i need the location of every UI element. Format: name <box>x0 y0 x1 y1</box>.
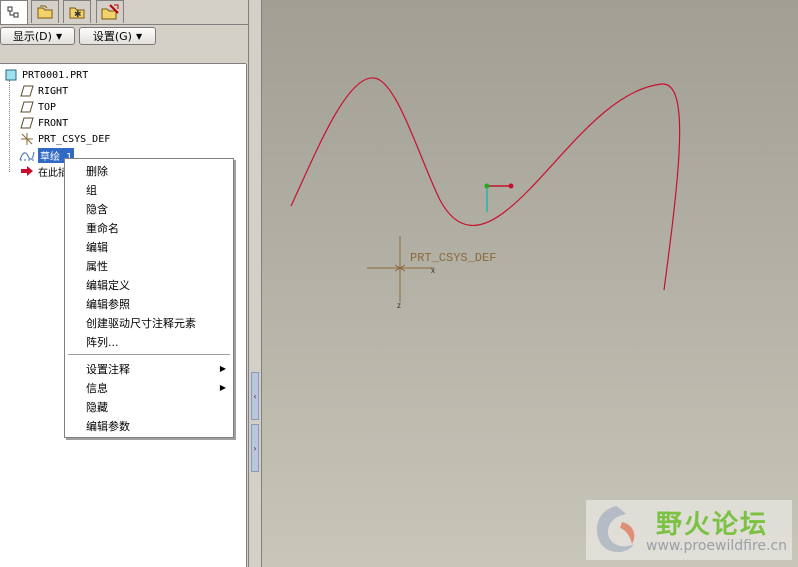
menu-item-label: 隐藏 <box>86 400 108 414</box>
tree-root-item[interactable]: PRT0001.PRT <box>3 67 88 83</box>
submenu-arrow-icon: ▶ <box>219 383 226 392</box>
tree-item-top[interactable]: TOP <box>19 99 56 115</box>
folder-browser-icon <box>37 5 53 19</box>
menu-item-set-annotations[interactable]: 设置注释 ▶ <box>65 359 233 378</box>
datum-plane-icon <box>19 100 35 114</box>
tab-folder-browser[interactable] <box>31 0 59 23</box>
tree-item-label: FRONT <box>38 117 69 129</box>
model-tree-icon <box>7 6 19 17</box>
menu-item-edit-references[interactable]: 编辑参照 <box>65 294 233 313</box>
tree-item-label: PRT_CSYS_DEF <box>38 133 111 145</box>
datum-plane-icon <box>19 84 35 98</box>
menu-item-label: 编辑 <box>86 240 108 254</box>
menu-item-label: 组 <box>86 183 97 197</box>
toolbar-divider <box>0 47 246 64</box>
menu-item-label: 阵列... <box>86 335 119 349</box>
flame-logo-icon <box>596 506 635 553</box>
show-dropdown-button[interactable]: 显示(D) ▼ <box>0 27 75 45</box>
sketch-point <box>508 183 514 189</box>
menu-item-label: 编辑参数 <box>86 419 130 433</box>
connections-icon <box>101 4 119 20</box>
menu-item-label: 删除 <box>86 164 108 178</box>
menu-item-rename[interactable]: 重命名 <box>65 218 233 237</box>
submenu-arrow-icon: ▶ <box>219 364 226 373</box>
collapse-handle[interactable]: ‹ <box>251 372 259 420</box>
tree-item-front[interactable]: FRONT <box>19 115 68 131</box>
settings-dropdown-button[interactable]: 设置(G) ▼ <box>79 27 156 45</box>
menu-separator <box>68 354 230 356</box>
menu-item-edit[interactable]: 编辑 <box>65 237 233 256</box>
chevron-down-icon: ▼ <box>55 31 63 41</box>
menu-item-create-driving-dim[interactable]: 创建驱动尺寸注释元素 <box>65 313 233 332</box>
menu-item-delete[interactable]: 删除 <box>65 161 233 180</box>
watermark-title: 野火论坛 <box>656 510 769 540</box>
menu-item-hide[interactable]: 隐藏 <box>65 397 233 416</box>
tab-model-tree[interactable] <box>0 0 28 24</box>
sketch-point <box>484 183 490 189</box>
sketch-icon <box>19 148 35 162</box>
csys-axis-x-label: x <box>431 266 435 275</box>
graphics-window[interactable]: PRT_CSYS_DEF x z <box>262 0 798 567</box>
navigator-splitter[interactable]: ‹ › <box>248 0 262 567</box>
tree-connector <box>9 80 10 172</box>
menu-item-label: 隐含 <box>86 202 108 216</box>
expand-handle[interactable]: › <box>251 424 259 472</box>
tab-connections[interactable] <box>96 0 124 23</box>
chevron-down-icon: ▼ <box>135 31 143 41</box>
menu-item-edit-definition[interactable]: 编辑定义 <box>65 275 233 294</box>
menu-item-pattern[interactable]: 阵列... <box>65 332 233 351</box>
model-tree-toolbar: 显示(D) ▼ 设置(G) ▼ <box>0 25 248 47</box>
graphics-canvas[interactable]: PRT_CSYS_DEF x z <box>262 0 798 567</box>
forum-watermark: 野火论坛 www.proewildfire.cn <box>586 500 792 560</box>
tree-item-right[interactable]: RIGHT <box>19 83 68 99</box>
menu-item-label: 编辑定义 <box>86 278 130 292</box>
datum-plane-icon <box>19 116 35 130</box>
context-menu: 删除 组 隐含 重命名 编辑 属性 编辑定义 编辑参照 创建驱动尺寸注释元素 阵… <box>64 158 234 438</box>
menu-item-group[interactable]: 组 <box>65 180 233 199</box>
csys-axis-z-label: z <box>397 301 401 310</box>
menu-item-suppress[interactable]: 隐含 <box>65 199 233 218</box>
settings-dropdown-label: 设置(G) <box>92 30 132 43</box>
tab-favorites[interactable]: ✱ <box>63 0 91 23</box>
chevron-left-icon: ‹ <box>253 391 257 401</box>
tree-item-label: RIGHT <box>38 85 69 97</box>
part-icon <box>3 68 19 82</box>
menu-item-label: 信息 <box>86 381 108 395</box>
tree-item-label: TOP <box>38 101 57 113</box>
menu-item-properties[interactable]: 属性 <box>65 256 233 275</box>
menu-item-label: 创建驱动尺寸注释元素 <box>86 316 196 330</box>
watermark-url: www.proewildfire.cn <box>646 538 788 554</box>
tree-root-label: PRT0001.PRT <box>22 69 89 81</box>
csys-label: PRT_CSYS_DEF <box>410 251 496 265</box>
favorites-icon: ✱ <box>69 7 85 20</box>
insert-here-arrow-icon <box>19 164 35 178</box>
menu-item-label: 属性 <box>86 259 108 273</box>
svg-text:✱: ✱ <box>74 10 82 20</box>
menu-item-label: 编辑参照 <box>86 297 130 311</box>
menu-item-label: 重命名 <box>86 221 119 235</box>
menu-item-info[interactable]: 信息 ▶ <box>65 378 233 397</box>
show-dropdown-label: 显示(D) <box>12 30 52 43</box>
coordinate-system-icon <box>19 132 35 146</box>
menu-item-edit-parameters[interactable]: 编辑参数 <box>65 416 233 435</box>
chevron-right-icon: › <box>253 443 257 453</box>
tree-item-csys[interactable]: PRT_CSYS_DEF <box>19 131 110 147</box>
navigator-tab-strip: ✱ <box>0 0 248 25</box>
menu-item-label: 设置注释 <box>86 362 130 376</box>
